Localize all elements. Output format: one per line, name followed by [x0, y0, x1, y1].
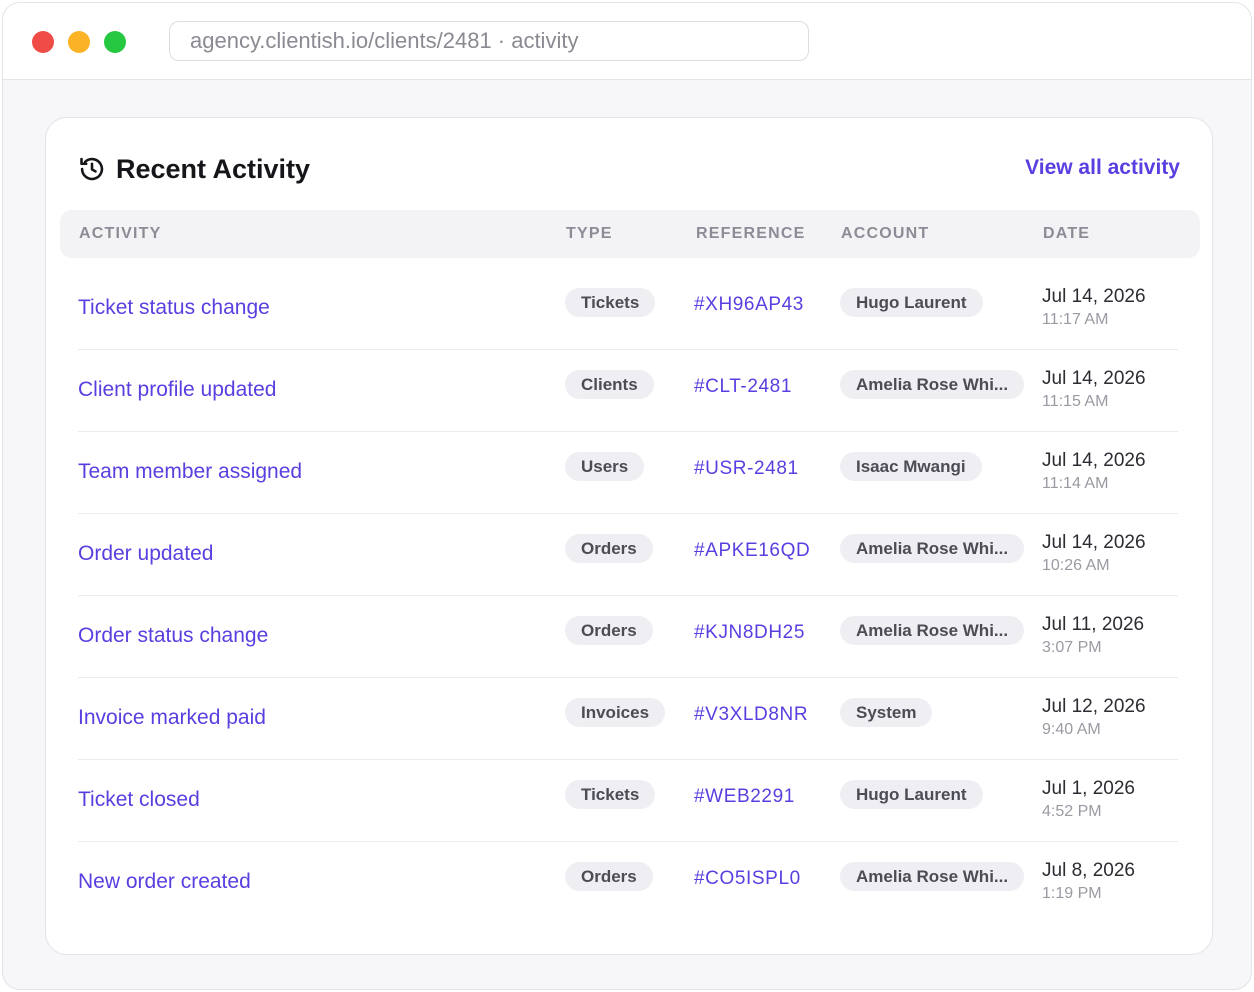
date-text: Jul 14, 2026: [1042, 450, 1146, 471]
table-row[interactable]: Ticket status change Tickets #XH96AP43 H…: [78, 268, 1178, 350]
time-text: 11:17 AM: [1042, 311, 1109, 328]
type-badge: Orders: [565, 534, 653, 563]
activity-link[interactable]: Client profile updated: [78, 378, 276, 402]
date-cell: Jul 14, 2026 11:17 AM: [1042, 285, 1146, 331]
history-icon: [78, 155, 106, 183]
date-text: Jul 14, 2026: [1042, 368, 1146, 389]
minimize-window-button[interactable]: [68, 31, 90, 53]
account-badge: Amelia Rose Whi...: [840, 616, 1025, 645]
date-text: Jul 8, 2026: [1042, 860, 1135, 881]
time-text: 11:14 AM: [1042, 475, 1109, 492]
view-all-activity-link[interactable]: View all activity: [1025, 156, 1180, 180]
browser-window: agency.clientish.io/clients/2481 · activ…: [2, 2, 1252, 990]
activity-link[interactable]: Order updated: [78, 542, 213, 566]
account-badge: Hugo Laurent: [840, 780, 983, 809]
activity-link[interactable]: Invoice marked paid: [78, 706, 266, 730]
account-badge: Amelia Rose Whi...: [840, 370, 1025, 399]
table-row[interactable]: Order status change Orders #KJN8DH25 Ame…: [78, 596, 1178, 678]
account-badge: Isaac Mwangi: [840, 452, 982, 481]
activity-link[interactable]: Ticket closed: [78, 788, 200, 812]
type-badge: Orders: [565, 862, 653, 891]
date-text: Jul 14, 2026: [1042, 286, 1146, 307]
date-cell: Jul 1, 2026 4:52 PM: [1042, 777, 1135, 823]
date-cell: Jul 11, 2026 3:07 PM: [1042, 613, 1144, 659]
activity-link[interactable]: Ticket status change: [78, 296, 270, 320]
table-row[interactable]: Order updated Orders #APKE16QD Amelia Ro…: [78, 514, 1178, 596]
time-text: 4:52 PM: [1042, 803, 1102, 820]
reference-link[interactable]: #APKE16QD: [694, 540, 810, 562]
reference-link[interactable]: #KJN8DH25: [694, 622, 805, 644]
type-badge: Orders: [565, 616, 653, 645]
close-window-button[interactable]: [32, 31, 54, 53]
type-badge: Invoices: [565, 698, 666, 727]
title-bar: agency.clientish.io/clients/2481 · activ…: [3, 3, 1251, 80]
time-text: 11:15 AM: [1042, 393, 1109, 410]
reference-link[interactable]: #V3XLD8NR: [694, 704, 808, 726]
time-text: 9:40 AM: [1042, 721, 1101, 738]
date-cell: Jul 14, 2026 11:15 AM: [1042, 367, 1146, 413]
date-text: Jul 14, 2026: [1042, 532, 1146, 553]
reference-link[interactable]: #CO5ISPL0: [694, 868, 801, 890]
reference-link[interactable]: #WEB2291: [694, 786, 795, 808]
activity-table-body: Ticket status change Tickets #XH96AP43 H…: [78, 268, 1178, 924]
reference-link[interactable]: #CLT-2481: [694, 376, 792, 398]
card-header: Recent Activity: [78, 152, 310, 186]
column-header-type[interactable]: TYPE: [566, 210, 613, 258]
type-badge: Tickets: [565, 288, 656, 317]
maximize-window-button[interactable]: [104, 31, 126, 53]
column-header-activity[interactable]: ACTIVITY: [79, 210, 162, 258]
column-header-reference[interactable]: REFERENCE: [696, 210, 805, 258]
column-header-account[interactable]: ACCOUNT: [841, 210, 929, 258]
table-row[interactable]: Ticket closed Tickets #WEB2291 Hugo Laur…: [78, 760, 1178, 842]
time-text: 3:07 PM: [1042, 639, 1102, 656]
table-row[interactable]: Client profile updated Clients #CLT-2481…: [78, 350, 1178, 432]
account-badge: Hugo Laurent: [840, 288, 983, 317]
table-row[interactable]: Invoice marked paid Invoices #V3XLD8NR S…: [78, 678, 1178, 760]
type-badge: Clients: [565, 370, 654, 399]
time-text: 10:26 AM: [1042, 557, 1110, 574]
table-header: ACTIVITY TYPE REFERENCE ACCOUNT DATE: [60, 210, 1200, 258]
reference-link[interactable]: #USR-2481: [694, 458, 799, 480]
table-row[interactable]: New order created Orders #CO5ISPL0 Ameli…: [78, 842, 1178, 924]
activity-link[interactable]: Team member assigned: [78, 460, 302, 484]
address-bar[interactable]: agency.clientish.io/clients/2481 · activ…: [169, 21, 809, 61]
account-badge: Amelia Rose Whi...: [840, 534, 1025, 563]
account-badge: Amelia Rose Whi...: [840, 862, 1025, 891]
type-badge: Users: [565, 452, 645, 481]
card-title: Recent Activity: [116, 153, 311, 184]
reference-link[interactable]: #XH96AP43: [694, 294, 804, 316]
date-text: Jul 1, 2026: [1042, 778, 1135, 799]
column-header-date[interactable]: DATE: [1043, 210, 1090, 258]
date-cell: Jul 12, 2026 9:40 AM: [1042, 695, 1146, 741]
table-row[interactable]: Team member assigned Users #USR-2481 Isa…: [78, 432, 1178, 514]
type-badge: Tickets: [565, 780, 656, 809]
date-text: Jul 12, 2026: [1042, 696, 1146, 717]
recent-activity-card: Recent Activity View all activity ACTIVI…: [45, 117, 1213, 955]
date-cell: Jul 14, 2026 10:26 AM: [1042, 531, 1146, 577]
time-text: 1:19 PM: [1042, 885, 1102, 902]
account-badge: System: [840, 698, 933, 727]
date-cell: Jul 8, 2026 1:19 PM: [1042, 859, 1135, 905]
date-cell: Jul 14, 2026 11:14 AM: [1042, 449, 1146, 495]
activity-link[interactable]: Order status change: [78, 624, 268, 648]
date-text: Jul 11, 2026: [1042, 614, 1145, 635]
activity-link[interactable]: New order created: [78, 870, 251, 894]
